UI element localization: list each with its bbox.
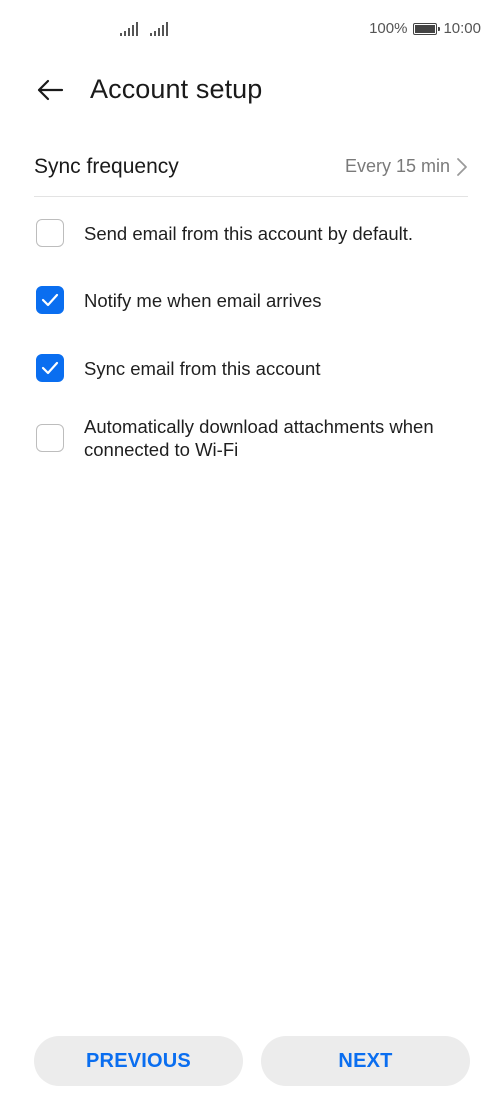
sync-frequency-label: Sync frequency <box>34 154 179 178</box>
option-auto-download[interactable]: Automatically download attachments when … <box>36 413 474 463</box>
notify-checkbox[interactable] <box>36 286 64 314</box>
option-label: Send email from this account by default. <box>84 222 414 244</box>
send-default-checkbox[interactable] <box>36 219 64 247</box>
option-label: Sync email from this account <box>84 357 321 379</box>
sync-frequency-value: Every 15 min <box>344 156 450 176</box>
auto-download-checkbox[interactable] <box>36 424 64 452</box>
battery-percent: 100% <box>369 20 408 37</box>
option-label: Notify me when email arrives <box>84 289 322 311</box>
app-header: Account setup <box>0 62 504 118</box>
signal-icon <box>150 22 168 36</box>
battery-icon <box>413 22 441 35</box>
back-button[interactable] <box>30 74 70 106</box>
option-send-default[interactable]: Send email from this account by default. <box>36 218 474 248</box>
status-right: 100% 10:00 <box>369 20 481 37</box>
check-icon <box>41 361 59 375</box>
signal-group <box>120 22 168 36</box>
sync-frequency-row[interactable]: Sync frequency Every 15 min <box>34 137 468 197</box>
sync-email-checkbox[interactable] <box>36 354 64 382</box>
option-notify[interactable]: Notify me when email arrives <box>36 285 474 315</box>
bottom-bar: PREVIOUS NEXT <box>34 1036 470 1086</box>
option-sync-email[interactable]: Sync email from this account <box>36 353 474 383</box>
battery-fill <box>415 24 436 33</box>
option-label: Automatically download attachments when … <box>84 416 434 460</box>
clock: 10:00 <box>443 20 481 37</box>
arrow-left-icon <box>37 79 64 101</box>
sync-frequency-value-wrap: Every 15 min <box>345 156 468 177</box>
check-icon <box>41 293 59 307</box>
page-title: Account setup <box>90 74 263 104</box>
status-bar: 100% 10:00 <box>0 0 504 62</box>
previous-button[interactable]: PREVIOUS <box>34 1036 243 1086</box>
signal-icon <box>120 22 138 36</box>
next-button[interactable]: NEXT <box>261 1036 470 1086</box>
chevron-right-icon <box>457 157 467 176</box>
